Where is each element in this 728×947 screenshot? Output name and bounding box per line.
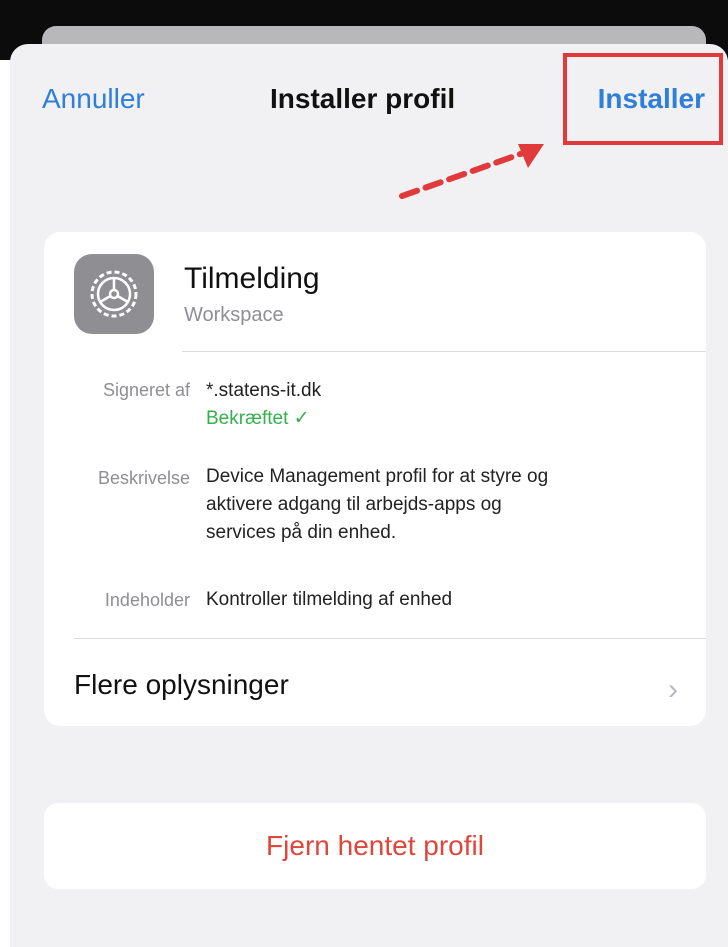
- description-value: Device Management profil for at styre og…: [206, 463, 686, 547]
- contains-label: Indeholder: [104, 590, 190, 610]
- gear-icon: [74, 254, 154, 334]
- signed-by-label: Signeret af: [102, 380, 190, 400]
- profile-name: Tilmelding: [184, 262, 320, 295]
- description-line: services på din enhed.: [206, 522, 397, 543]
- verified-status: Bekræftet ✓: [206, 408, 310, 429]
- more-info-row[interactable]: Flere oplysninger ›: [44, 639, 706, 726]
- contains-value: Kontroller tilmelding af enhed: [206, 589, 453, 610]
- chevron-right-icon: ›: [668, 673, 678, 706]
- remove-profile-button[interactable]: Fjern hentet profil: [44, 803, 706, 889]
- signed-by-value: *.statens-it.dk Bekræftet ✓: [206, 377, 686, 433]
- profile-card: Tilmelding Workspace Signeret af *.state…: [44, 232, 706, 726]
- install-button[interactable]: Installer: [598, 83, 705, 115]
- install-highlight-box: Installer: [563, 53, 723, 145]
- remove-profile-label: Fjern hentet profil: [266, 830, 484, 861]
- description-line: Device Management profil for at styre og: [206, 466, 549, 487]
- page-title: Installer profil: [270, 83, 456, 114]
- profile-organization: Workspace: [184, 304, 284, 326]
- signer-domain: *.statens-it.dk: [206, 380, 322, 401]
- more-info-label: Flere oplysninger: [74, 669, 289, 700]
- description-line: aktivere adgang til arbejds-apps og: [206, 494, 502, 515]
- divider: [182, 351, 706, 352]
- description-label: Beskrivelse: [97, 468, 190, 488]
- cancel-button[interactable]: Annuller: [42, 83, 145, 115]
- annotation-arrow-icon: [399, 144, 544, 199]
